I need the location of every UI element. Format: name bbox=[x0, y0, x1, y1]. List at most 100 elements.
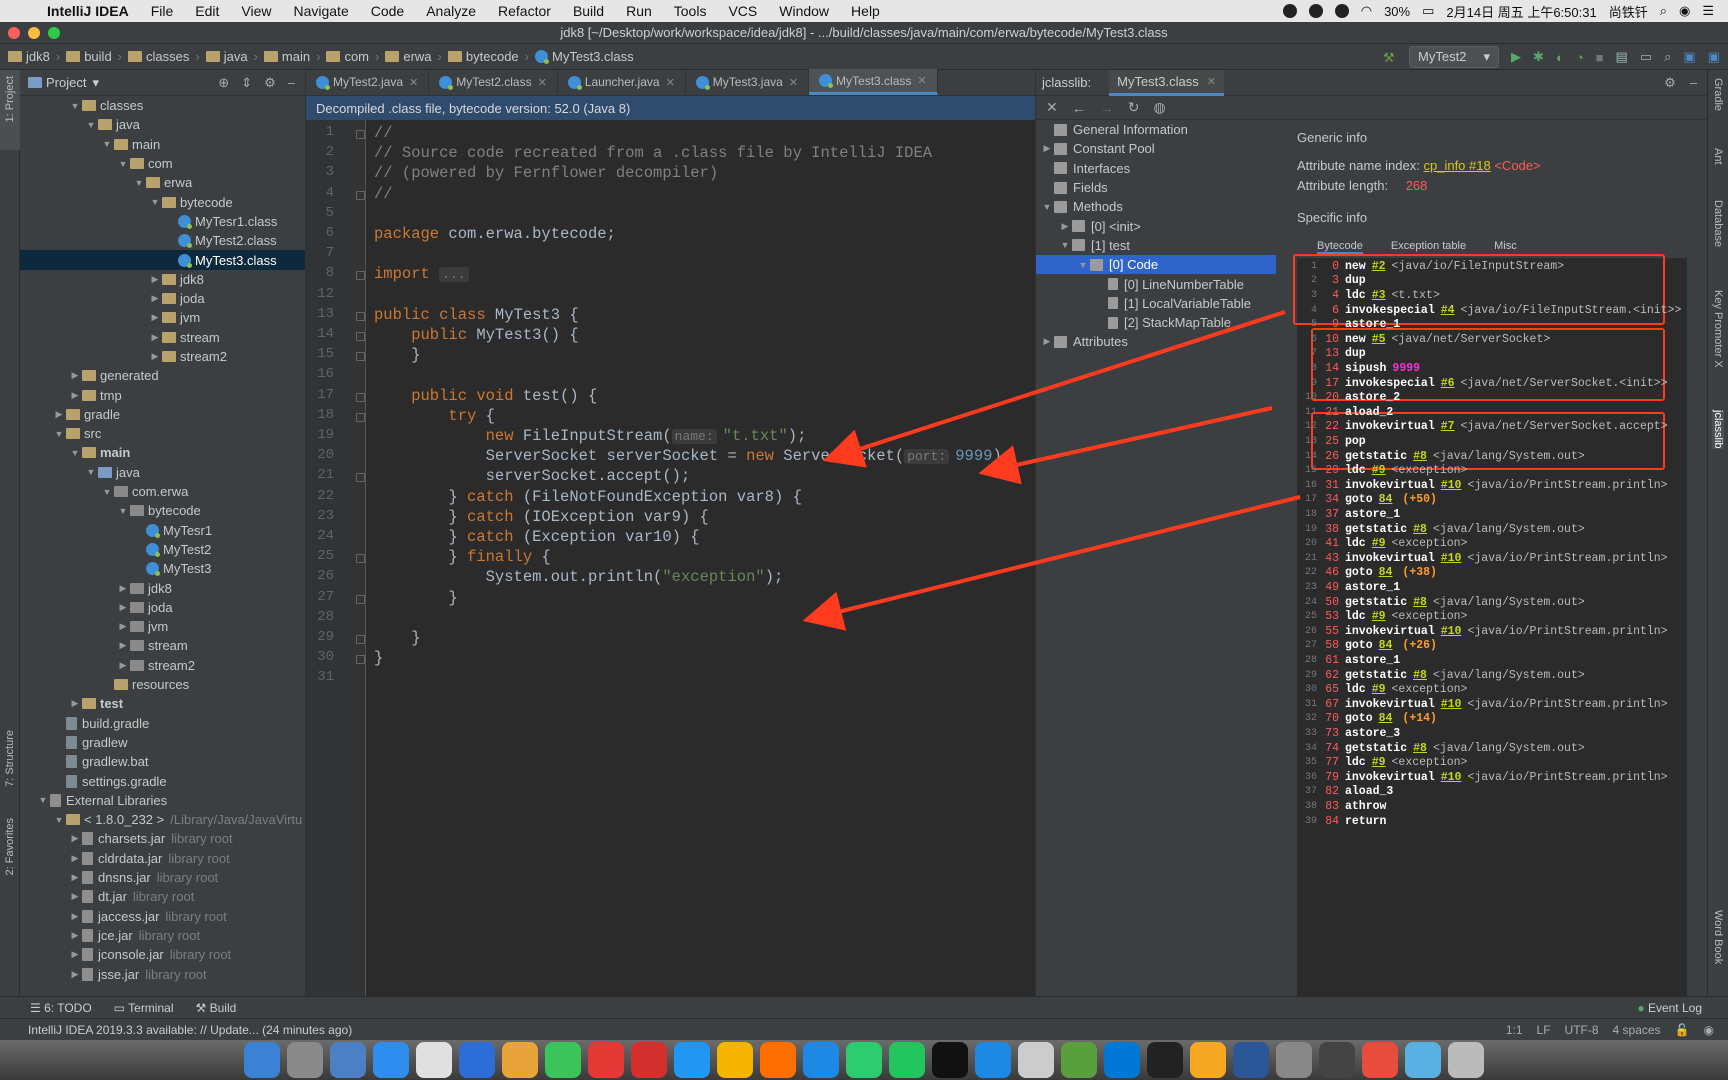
dock-app-icon[interactable] bbox=[975, 1042, 1011, 1078]
breadcrumb-item[interactable]: erwa bbox=[385, 49, 432, 64]
cp-info-link[interactable]: cp_info #18 bbox=[1423, 158, 1490, 173]
chevron-right-icon[interactable]: ▶ bbox=[148, 351, 162, 362]
dock-app-icon[interactable] bbox=[1362, 1042, 1398, 1078]
dock-app-icon[interactable] bbox=[717, 1042, 753, 1078]
jclasslib-tree-item[interactable]: ▼ [1] test bbox=[1036, 236, 1276, 255]
close-icon[interactable]: ✕ bbox=[538, 76, 547, 89]
bytecode-ref-link[interactable]: #9 bbox=[1372, 464, 1386, 477]
project-tree-item[interactable]: ▶ jaccess.jar library root bbox=[20, 906, 305, 925]
project-tree-item[interactable]: ▼ main bbox=[20, 443, 305, 462]
breadcrumb-item[interactable]: classes bbox=[128, 49, 189, 64]
jclasslib-tree-item[interactable]: ▼ Methods bbox=[1036, 197, 1276, 216]
bytecode-ref-link[interactable]: #9 bbox=[1372, 610, 1386, 623]
dock-app-icon[interactable] bbox=[545, 1042, 581, 1078]
breadcrumb-item[interactable]: main bbox=[263, 49, 310, 64]
chevron-down-icon[interactable]: ▼ bbox=[116, 506, 130, 516]
chevron-right-icon[interactable]: ▶ bbox=[52, 409, 66, 420]
bytecode-ref-link[interactable]: #9 bbox=[1372, 756, 1386, 769]
breadcrumb-item[interactable]: com bbox=[326, 49, 369, 64]
code-editor[interactable]: 1 2 3 4 5 6 7 8 12 13 14 15 16 17 18 19 20 21 22 23 24 25 26 27… bbox=[306, 120, 1036, 996]
chevron-down-icon[interactable]: ▾ bbox=[92, 75, 99, 91]
minimize-window-button[interactable] bbox=[28, 27, 40, 39]
project-tree-item[interactable]: ▼ classes bbox=[20, 96, 305, 115]
editor-tab[interactable]: MyTest3.java ✕ bbox=[686, 69, 810, 95]
chevron-right-icon[interactable]: ▶ bbox=[68, 833, 82, 844]
project-tree-item[interactable]: ▼ java bbox=[20, 463, 305, 482]
siri-icon[interactable]: ◉ bbox=[1679, 3, 1690, 19]
gear-icon[interactable]: ⚙ bbox=[1664, 75, 1676, 91]
fold-marker-icon[interactable] bbox=[356, 190, 365, 200]
chevron-down-icon[interactable]: ▼ bbox=[1040, 202, 1054, 212]
fold-marker-icon[interactable] bbox=[356, 594, 365, 604]
chevron-down-icon[interactable]: ▼ bbox=[68, 101, 82, 111]
chevron-right-icon[interactable]: ▶ bbox=[68, 969, 82, 980]
dock-app-icon[interactable] bbox=[889, 1042, 925, 1078]
fold-marker-icon[interactable] bbox=[356, 635, 365, 644]
project-tree-item[interactable]: ▶ stream bbox=[20, 636, 305, 655]
chevron-right-icon[interactable]: ▶ bbox=[1058, 221, 1072, 232]
jclasslib-tool-button[interactable]: jclasslib bbox=[1712, 410, 1724, 449]
menu-item-analyze[interactable]: Analyze bbox=[415, 3, 487, 19]
layout-icon[interactable]: ▭ bbox=[1640, 49, 1652, 65]
chevron-right-icon[interactable]: ▶ bbox=[148, 332, 162, 343]
bytecode-ref-link[interactable]: 84 bbox=[1379, 712, 1393, 725]
terminal-tool-button[interactable]: ▭ Terminal bbox=[114, 1001, 174, 1015]
chevron-right-icon[interactable]: ▶ bbox=[68, 891, 82, 902]
file-encoding[interactable]: UTF-8 bbox=[1565, 1023, 1599, 1037]
editor-tab[interactable]: MyTest2.java ✕ bbox=[306, 69, 430, 95]
chevron-down-icon[interactable]: ▼ bbox=[68, 448, 82, 458]
menu-item-build[interactable]: Build bbox=[562, 3, 615, 19]
dock-app-icon[interactable] bbox=[1233, 1042, 1269, 1078]
chevron-down-icon[interactable]: ▼ bbox=[52, 429, 66, 439]
jclasslib-tree-item[interactable]: ▼ [0] Code bbox=[1036, 255, 1276, 275]
bytecode-ref-link[interactable]: #7 bbox=[1441, 420, 1455, 433]
project-tree-item[interactable]: ▶ stream bbox=[20, 328, 305, 347]
chevron-right-icon[interactable]: ▶ bbox=[116, 583, 130, 594]
chevron-right-icon[interactable]: ▶ bbox=[148, 274, 162, 285]
project-tree-item[interactable]: build.gradle bbox=[20, 714, 305, 733]
dock-app-icon[interactable] bbox=[1405, 1042, 1441, 1078]
chevron-down-icon[interactable]: ▼ bbox=[36, 795, 50, 805]
breadcrumb-item[interactable]: jdk8 bbox=[8, 49, 50, 64]
forward-icon[interactable]: → bbox=[1100, 100, 1114, 116]
jclasslib-tree-item[interactable]: Interfaces bbox=[1036, 159, 1276, 178]
menu-item-file[interactable]: File bbox=[140, 3, 185, 19]
jclasslib-tree-item[interactable]: ▶ Constant Pool bbox=[1036, 139, 1276, 158]
bytecode-ref-link[interactable]: #9 bbox=[1372, 683, 1386, 696]
wifi-icon[interactable]: ◠ bbox=[1361, 3, 1372, 19]
project-tree-item[interactable]: ▼ External Libraries bbox=[20, 791, 305, 810]
bytecode-ref-link[interactable]: #9 bbox=[1372, 537, 1386, 550]
caret-position[interactable]: 1:1 bbox=[1506, 1023, 1523, 1037]
collapse-all-icon[interactable]: ⇕ bbox=[241, 75, 252, 91]
project-tree-item[interactable]: gradlew bbox=[20, 733, 305, 752]
menu-item-intellij-idea[interactable]: IntelliJ IDEA bbox=[36, 3, 140, 19]
chevron-right-icon[interactable]: ▶ bbox=[116, 602, 130, 613]
chevron-right-icon[interactable]: ▶ bbox=[148, 312, 162, 323]
fold-marker-icon[interactable] bbox=[356, 332, 365, 341]
jclasslib-tree-item[interactable]: ▶ Attributes bbox=[1036, 332, 1276, 351]
build-tool-button[interactable]: ⚒ Build bbox=[196, 1001, 237, 1015]
gear-icon[interactable]: ⚙ bbox=[264, 75, 276, 91]
dock-app-icon[interactable] bbox=[1061, 1042, 1097, 1078]
dock-app-icon[interactable] bbox=[459, 1042, 495, 1078]
project-panel-title[interactable]: Project bbox=[46, 75, 86, 90]
project-tree-item[interactable]: ▼ bytecode bbox=[20, 501, 305, 520]
project-tree-item[interactable]: ▶ jvm bbox=[20, 617, 305, 636]
project-tree-item[interactable]: ▼ com.erwa bbox=[20, 482, 305, 501]
hide-icon[interactable]: – bbox=[288, 75, 295, 91]
dock-app-icon[interactable] bbox=[244, 1042, 280, 1078]
project-tree-item[interactable]: ▼ erwa bbox=[20, 173, 305, 192]
structure-tool-button[interactable]: 7: Structure bbox=[4, 730, 16, 787]
bytecode-ref-link[interactable]: #8 bbox=[1413, 450, 1427, 463]
project-tool-button[interactable]: 1: Project bbox=[4, 76, 16, 122]
dock-app-icon[interactable] bbox=[932, 1042, 968, 1078]
menu-item-vcs[interactable]: VCS bbox=[717, 3, 768, 19]
project-tree-item[interactable]: ▶ dnsns.jar library root bbox=[20, 868, 305, 887]
key-promoter-tool-button[interactable]: Key Promoter X bbox=[1712, 290, 1724, 368]
dock-app-icon[interactable] bbox=[1104, 1042, 1140, 1078]
plugin-icon[interactable]: ▣ bbox=[1708, 49, 1720, 65]
bytecode-ref-link[interactable]: 84 bbox=[1379, 639, 1393, 652]
project-tree-item[interactable]: ▶ stream2 bbox=[20, 347, 305, 366]
dock-app-icon[interactable] bbox=[287, 1042, 323, 1078]
jclasslib-tree[interactable]: General Information ▶ Constant Pool Interfa… bbox=[1036, 120, 1276, 996]
